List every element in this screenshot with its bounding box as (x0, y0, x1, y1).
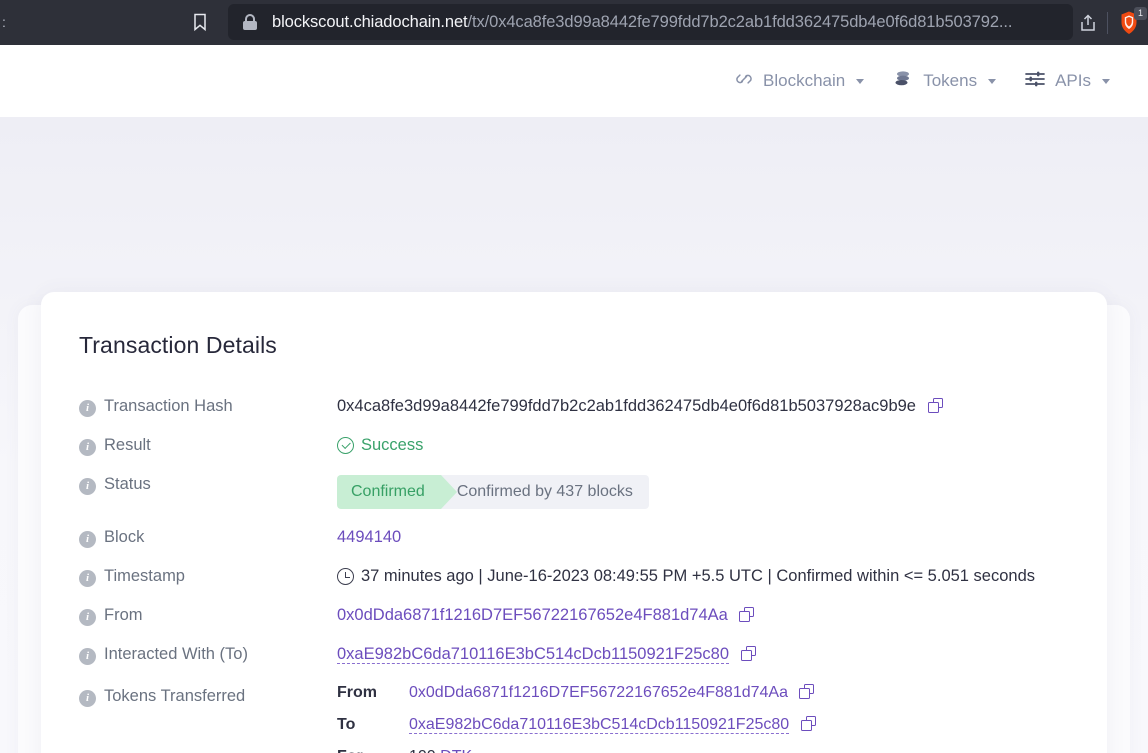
token-transfer-for: For 100 DTK (337, 748, 1069, 753)
transaction-details-card: Transaction Details i Transaction Hash 0… (41, 292, 1107, 753)
row-block: i Block 4494140 (79, 527, 1069, 548)
row-transaction-hash: i Transaction Hash 0x4ca8fe3d99a8442fe79… (79, 396, 1069, 417)
token-symbol-link[interactable]: DTK (440, 748, 472, 753)
info-icon[interactable]: i (79, 478, 96, 495)
row-value: 0x4ca8fe3d99a8442fe799fdd7b2c2ab1fdd3624… (337, 396, 1069, 416)
row-label: i Timestamp (79, 566, 337, 587)
bookmark-icon[interactable] (190, 12, 210, 32)
row-tokens-transferred: i Tokens Transferred From 0x0dDda6871f12… (79, 683, 1069, 753)
clock-icon (337, 568, 354, 585)
info-icon[interactable]: i (79, 531, 96, 548)
info-icon[interactable]: i (79, 439, 96, 456)
row-label-text: Result (104, 436, 151, 454)
copy-icon[interactable] (739, 607, 755, 622)
url-bar[interactable]: blockscout.chiadochain.net/tx/0x4ca8fe3d… (228, 4, 1073, 40)
token-transfer-to: To 0xaE982bC6da710116E3bC514cDcb1150921F… (337, 716, 1069, 734)
row-label-text: From (104, 606, 143, 624)
brave-shield-icon[interactable]: 1 (1116, 6, 1147, 36)
token-to-label: To (337, 716, 356, 733)
from-address-link[interactable]: 0x0dDda6871f1216D7EF56722167652e4F881d74… (337, 606, 728, 624)
chevron-down-icon (1102, 78, 1110, 84)
coins-stack-icon (892, 69, 914, 94)
token-transfer-from: From 0x0dDda6871f1216D7EF56722167652e4F8… (337, 684, 1069, 702)
chevron-down-icon (856, 78, 865, 84)
page-title: Transaction Details (79, 332, 277, 358)
nav-item-apis[interactable]: APIs (1010, 63, 1124, 100)
sliders-icon (1024, 69, 1046, 94)
row-value: 37 minutes ago | June-16-2023 08:49:55 P… (337, 566, 1069, 586)
row-label: i Tokens Transferred (79, 683, 337, 707)
nav-item-blockchain[interactable]: Blockchain (720, 63, 878, 100)
row-label-text: Interacted With (To) (104, 645, 248, 663)
info-icon[interactable]: i (79, 690, 96, 707)
info-icon[interactable]: i (79, 400, 96, 417)
row-value: Success (337, 435, 1069, 455)
shield-badge: 1 (1134, 6, 1147, 20)
info-icon[interactable]: i (79, 609, 96, 626)
status-badge-group: Confirmed Confirmed by 437 blocks (337, 475, 1069, 509)
timestamp-value: 37 minutes ago | June-16-2023 08:49:55 P… (361, 567, 1036, 585)
row-interacted-with: i Interacted With (To) 0xaE982bC6da71011… (79, 644, 1069, 665)
token-amount: 100 (409, 748, 436, 753)
row-value: Confirmed Confirmed by 437 blocks (337, 474, 1069, 509)
result-status-text: Success (361, 436, 424, 454)
row-label: i From (79, 605, 337, 626)
row-label: i Block (79, 527, 337, 548)
row-value: 0x0dDda6871f1216D7EF56722167652e4F881d74… (337, 605, 1069, 625)
chrome-divider (1107, 11, 1108, 34)
row-label-text: Tokens Transferred (104, 687, 246, 705)
nav-item-label: Blockchain (763, 71, 846, 90)
transaction-hash-value: 0x4ca8fe3d99a8442fe799fdd7b2c2ab1fdd3624… (337, 397, 916, 415)
link-chain-icon (734, 69, 754, 94)
copy-icon[interactable] (799, 684, 815, 699)
token-for-label: For (337, 748, 409, 753)
url-text: blockscout.chiadochain.net/tx/0x4ca8fe3d… (272, 13, 1012, 32)
row-label-text: Block (104, 528, 145, 546)
row-status: i Status Confirmed Confirmed by 437 bloc… (79, 474, 1069, 509)
row-value: From 0x0dDda6871f1216D7EF56722167652e4F8… (337, 683, 1069, 753)
row-label-text: Timestamp (104, 567, 185, 585)
info-icon[interactable]: i (79, 570, 96, 587)
token-transfer-block: From 0x0dDda6871f1216D7EF56722167652e4F8… (337, 684, 1069, 753)
nav-item-label: APIs (1055, 71, 1091, 90)
row-label: i Status (79, 474, 337, 495)
row-from: i From 0x0dDda6871f1216D7EF56722167652e4… (79, 605, 1069, 626)
copy-icon[interactable] (800, 716, 816, 731)
row-result: i Result Success (79, 435, 1069, 456)
row-label: i Interacted With (To) (79, 644, 337, 665)
url-domain: blockscout.chiadochain.net (272, 12, 468, 31)
row-label: i Transaction Hash (79, 396, 337, 417)
row-label-text: Status (104, 475, 151, 493)
chevron-down-icon (988, 78, 997, 84)
row-value: 0xaE982bC6da710116E3bC514cDcb1150921F25c… (337, 644, 1069, 664)
url-path: /tx/0x4ca8fe3d99a8442fe799fdd7b2c2ab1fdd… (467, 12, 1013, 31)
row-label-text: Transaction Hash (104, 397, 233, 415)
row-label: i Result (79, 435, 337, 456)
browser-chrome: : blockscout.chiadochain.net/tx/0x4ca8fe… (0, 0, 1148, 45)
chrome-left-edge: : (2, 14, 6, 30)
row-timestamp: i Timestamp 37 minutes ago | June-16-202… (79, 566, 1069, 587)
page-body: Transaction Details i Transaction Hash 0… (0, 117, 1148, 753)
nav-item-label: Tokens (923, 71, 978, 90)
token-to-address-link[interactable]: 0xaE982bC6da710116E3bC514cDcb1150921F25c… (409, 716, 790, 734)
chrome-right-actions: 1 (1077, 0, 1147, 45)
token-from-address-link[interactable]: 0x0dDda6871f1216D7EF56722167652e4F881d74… (409, 684, 788, 701)
block-number-link[interactable]: 4494140 (337, 528, 401, 546)
copy-icon[interactable] (740, 646, 756, 661)
lock-icon (242, 13, 258, 31)
info-icon[interactable]: i (79, 648, 96, 665)
check-circle-icon (337, 437, 354, 454)
status-badge: Confirmed (337, 475, 457, 509)
site-navbar: Blockchain Tokens APIs (0, 45, 1148, 117)
row-value: 4494140 (337, 527, 1069, 547)
copy-icon[interactable] (927, 398, 943, 413)
nav-item-tokens[interactable]: Tokens (878, 63, 1010, 100)
share-icon[interactable] (1077, 12, 1099, 34)
to-address-link[interactable]: 0xaE982bC6da710116E3bC514cDcb1150921F25c… (337, 645, 730, 664)
token-from-label: From (337, 684, 377, 701)
